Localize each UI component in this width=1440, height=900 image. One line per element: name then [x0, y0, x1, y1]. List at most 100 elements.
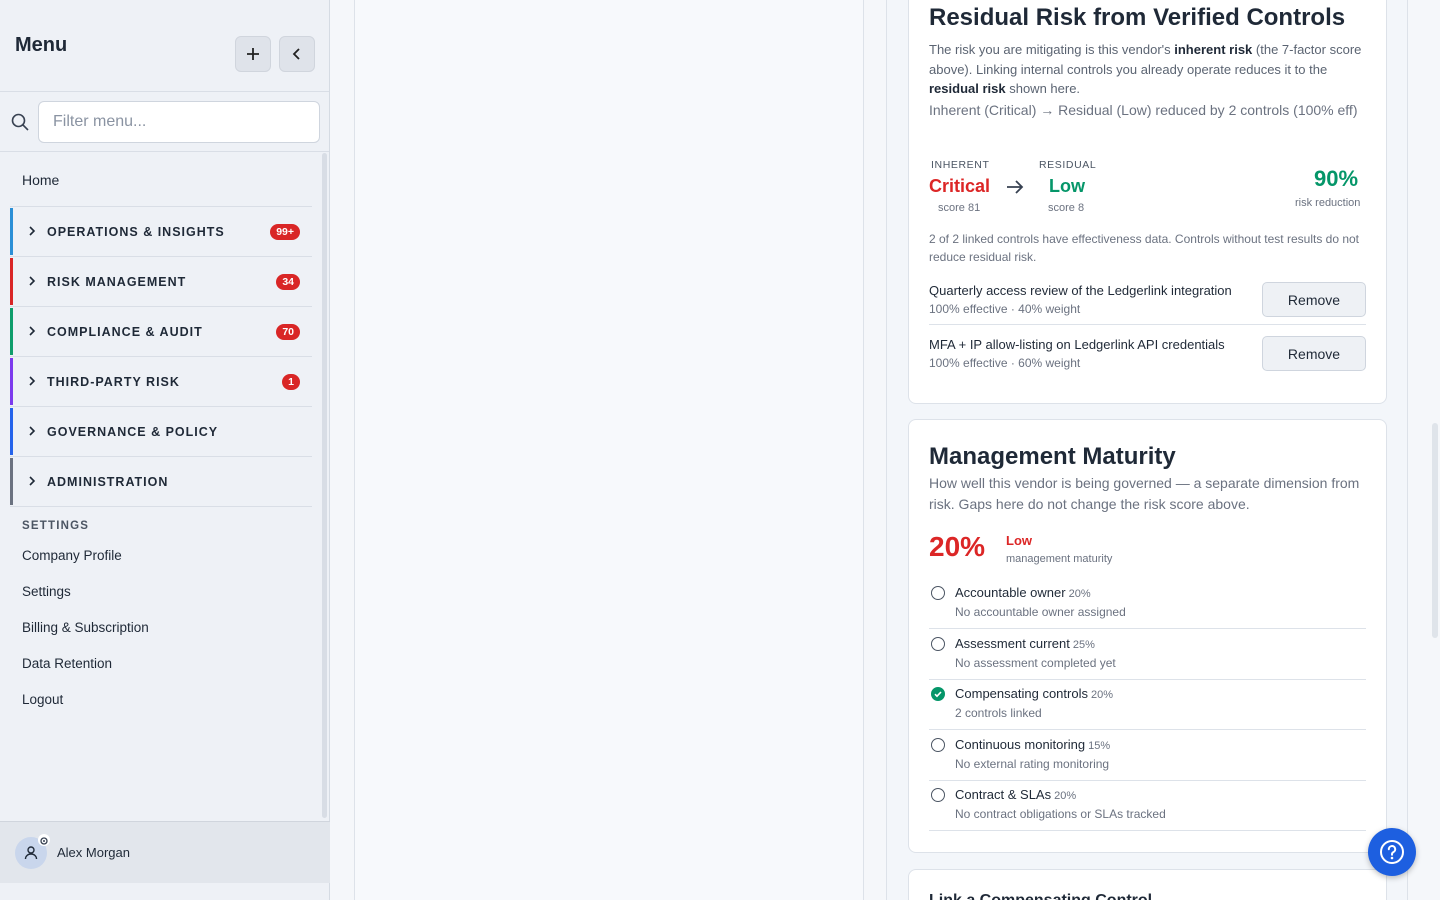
maturity-item-weight: 20%	[1090, 689, 1113, 701]
count-badge: 70	[276, 323, 300, 340]
maturity-item: Assessment current 25% No assessment compl…	[929, 630, 1366, 680]
control-subtitle: 100% effective · 40% weight	[929, 302, 1081, 316]
sidebar-group-label: GOVERNANCE & POLICY	[47, 424, 219, 439]
maturity-item-title: Compensating controls 20%	[955, 686, 1113, 701]
group-color-bar	[10, 358, 13, 405]
link-control-card: Link a Compensating Control	[908, 869, 1387, 900]
sidebar-group-third-party-risk[interactable]: THIRD-PARTY RISK 1	[10, 357, 312, 407]
inherent-value: Critical	[929, 176, 991, 196]
user-profile[interactable]: Alex Morgan	[0, 821, 330, 883]
residual-risk-summary: Inherent (Critical) → Residual (Low) red…	[929, 102, 1358, 118]
avatar[interactable]	[15, 833, 50, 869]
settings-item-label: Settings	[22, 583, 71, 599]
sidebar-group-label: THIRD-PARTY RISK	[47, 374, 180, 389]
maturity-item-status: 2 controls linked	[955, 706, 1042, 720]
count-badge: 34	[276, 273, 300, 290]
sidebar-group-operations-insights[interactable]: OPERATIONS & INSIGHTS 99+	[10, 207, 312, 257]
maturity-item-weight: 15%	[1088, 740, 1111, 752]
group-color-bar	[10, 408, 13, 455]
sidebar-group-risk-management[interactable]: RISK MANAGEMENT 34	[10, 257, 312, 307]
plus-icon	[247, 48, 259, 60]
settings-item-data-retention[interactable]: Data Retention	[22, 645, 322, 681]
remove-control-button[interactable]: Remove	[1262, 336, 1366, 371]
residual-risk-intro: The risk you are mitigating is this vend…	[929, 42, 1362, 96]
maturity-item-title: Assessment current 25%	[955, 636, 1095, 651]
maturity-description: How well this vendor is being governed —…	[929, 475, 1360, 512]
sidebar-group-governance-policy[interactable]: GOVERNANCE & POLICY	[10, 407, 312, 457]
settings-item-label: Data Retention	[22, 655, 113, 671]
maturity-item-status: No external rating monitoring	[955, 757, 1110, 771]
settings-heading: SETTINGS	[22, 520, 90, 532]
settings-item-company-profile[interactable]: Company Profile	[22, 537, 322, 573]
empty-circle-icon	[931, 586, 945, 600]
sidebar-item-home[interactable]: Home	[10, 153, 312, 207]
residual-label: RESIDUAL	[1039, 159, 1097, 171]
empty-circle-icon	[931, 738, 945, 752]
help-button[interactable]	[1368, 828, 1416, 876]
inherent-score: score 81	[938, 202, 981, 214]
maturity-item-weight: 25%	[1072, 639, 1095, 651]
maturity-item: Compensating controls 20% 2 controls linke…	[929, 680, 1366, 730]
sidebar-scrollbar[interactable]	[322, 153, 327, 818]
count-badge: 1	[282, 373, 300, 390]
controls-note: 2 of 2 linked controls have effectivenes…	[929, 232, 1360, 264]
chevron-right-icon	[29, 376, 36, 386]
menu-header: Menu	[0, 0, 329, 92]
maturity-title: Management Maturity	[929, 443, 1176, 470]
maturity-level-subtitle: management maturity	[1006, 553, 1113, 565]
maturity-item-status: No accountable owner assigned	[955, 605, 1126, 619]
inherent-label: INHERENT	[931, 159, 990, 171]
empty-circle-icon	[931, 637, 945, 651]
filter-row	[0, 92, 329, 152]
sidebar-group-compliance-audit[interactable]: COMPLIANCE & AUDIT 70	[10, 307, 312, 357]
detail-panel	[354, 0, 864, 900]
sidebar-group-label: RISK MANAGEMENT	[47, 274, 187, 289]
group-color-bar	[10, 208, 13, 255]
control-title: MFA + IP allow-listing on Ledgerlink API…	[929, 337, 1225, 352]
menu-title: Menu	[15, 34, 68, 56]
chevron-right-icon	[29, 226, 36, 236]
maturity-item: Accountable owner 20% No accountable owner…	[929, 579, 1366, 629]
chevron-left-icon	[292, 48, 300, 60]
chevron-right-icon	[29, 326, 36, 336]
sidebar-group-label: ADMINISTRATION	[47, 474, 169, 489]
maturity-item: Continuous monitoring 15% No external rati…	[929, 731, 1366, 781]
filter-menu-input[interactable]	[38, 101, 320, 143]
residual-value: Low	[1049, 176, 1085, 196]
sidebar: Menu Home OPERATIONS & INSIGHTS 99+ RISK M…	[0, 0, 330, 900]
remove-control-button[interactable]: Remove	[1262, 282, 1366, 317]
chevron-right-icon	[29, 426, 36, 436]
empty-circle-icon	[931, 788, 945, 802]
collapse-sidebar-button[interactable]	[279, 36, 315, 72]
sidebar-group-label: COMPLIANCE & AUDIT	[47, 324, 203, 339]
question-icon	[1380, 840, 1404, 864]
content-scrollbar[interactable]	[1432, 423, 1438, 638]
control-subtitle: 100% effective · 60% weight	[929, 356, 1081, 370]
settings-item-label: Logout	[22, 691, 64, 707]
maturity-item-title: Accountable owner 20%	[955, 585, 1091, 600]
maturity-item-title: Continuous monitoring 15%	[955, 737, 1111, 752]
check-circle-icon	[931, 687, 945, 701]
search-icon	[11, 113, 29, 131]
settings-item-logout[interactable]: Logout	[22, 681, 322, 717]
risk-reduction-percent: 90%	[1314, 166, 1359, 191]
maturity-item: Contract & SLAs 20% No contract obligation…	[929, 781, 1366, 831]
maturity-percent: 20%	[929, 531, 986, 562]
risk-reduction-label: risk reduction	[1295, 197, 1361, 209]
residual-risk-title: Residual Risk from Verified Controls	[929, 4, 1346, 31]
control-title: Quarterly access review of the Ledgerlin…	[929, 283, 1232, 298]
linked-control-row: MFA + IP allow-listing on Ledgerlink API…	[929, 329, 1366, 379]
group-color-bar	[10, 458, 13, 505]
add-button[interactable]	[235, 36, 271, 72]
sidebar-nav: Home OPERATIONS & INSIGHTS 99+ RISK MANAGE…	[0, 153, 322, 717]
group-color-bar	[10, 258, 13, 305]
chevron-right-icon	[29, 276, 36, 286]
user-name: Alex Morgan	[57, 845, 130, 860]
settings-item-settings[interactable]: Settings	[22, 573, 322, 609]
maturity-item-status: No contract obligations or SLAs tracked	[955, 807, 1166, 821]
maturity-item-weight: 20%	[1068, 588, 1091, 600]
settings-item-billing-subscription[interactable]: Billing & Subscription	[22, 609, 322, 645]
sidebar-group-administration[interactable]: ADMINISTRATION	[10, 457, 312, 507]
sidebar-item-label: Home	[22, 171, 60, 188]
maturity-level: Low	[1006, 533, 1032, 548]
